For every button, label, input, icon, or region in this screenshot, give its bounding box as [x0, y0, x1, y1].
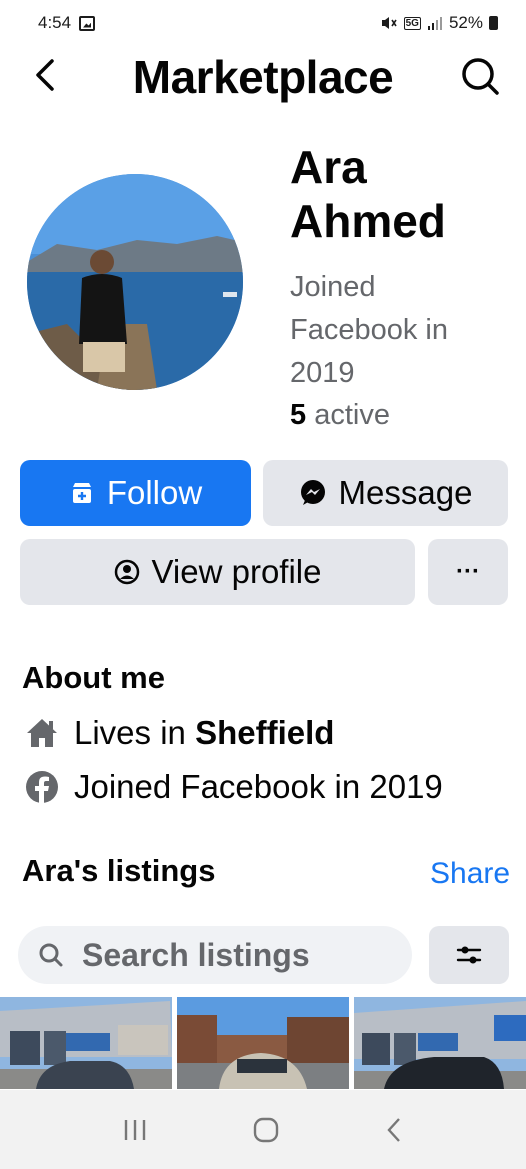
- profile-joined-line2: Facebook in: [290, 314, 448, 346]
- more-icon: ···: [456, 558, 480, 585]
- back-nav-icon[interactable]: [382, 1115, 406, 1145]
- profile-icon: [114, 559, 139, 585]
- more-options-button[interactable]: ···: [428, 539, 508, 605]
- filter-button[interactable]: [429, 926, 509, 984]
- message-button[interactable]: Message: [263, 460, 508, 526]
- lives-city: Sheffield: [195, 714, 335, 751]
- active-label: active: [306, 399, 390, 431]
- profile-joined: Joined Facebook in 2019: [290, 266, 510, 395]
- page-title: Marketplace: [132, 51, 394, 103]
- profile-last-name: Ahmed: [290, 195, 446, 247]
- profile-joined-line1: Joined: [290, 271, 376, 303]
- battery-percent: 52%: [448, 13, 483, 32]
- about-heading: About me: [22, 660, 165, 695]
- search-listings-box[interactable]: [18, 926, 412, 984]
- about-lives-row: Lives in Sheffield: [24, 714, 334, 752]
- status-time: 4:54: [38, 13, 72, 32]
- profile-joined-line3: 2019: [290, 357, 355, 389]
- share-link[interactable]: Share: [430, 857, 510, 891]
- top-header: Marketplace: [0, 46, 526, 106]
- avatar-photo: [27, 174, 243, 390]
- status-bar: 4:54 5G 52%: [0, 0, 526, 46]
- view-profile-label: View profile: [151, 553, 322, 590]
- home-icon: [24, 715, 60, 751]
- listing-thumbnail[interactable]: [354, 997, 526, 1089]
- filter-icon: [456, 946, 482, 964]
- listings-heading: Ara's listings: [22, 853, 216, 888]
- system-nav-bar: [0, 1090, 526, 1169]
- home-nav-icon[interactable]: [251, 1115, 281, 1145]
- battery-icon: [489, 16, 498, 30]
- recent-apps-icon[interactable]: [120, 1116, 150, 1144]
- follow-label: Follow: [106, 474, 203, 511]
- follow-button[interactable]: Follow: [20, 460, 251, 526]
- search-listings-icon: [39, 943, 63, 967]
- search-icon[interactable]: [460, 56, 500, 96]
- about-joined-row: Joined Facebook in 2019: [24, 768, 443, 806]
- profile-first-name: Ara: [290, 141, 367, 193]
- facebook-icon: [24, 769, 60, 805]
- profile-name: Ara Ahmed: [290, 140, 510, 248]
- message-label: Message: [338, 474, 473, 511]
- listing-photo: [177, 997, 349, 1089]
- profile-active: 5 active: [290, 394, 390, 437]
- lives-prefix: Lives in: [74, 714, 196, 751]
- messenger-icon: [300, 480, 325, 505]
- listing-thumbnail[interactable]: [177, 997, 349, 1089]
- status-right: 5G 52%: [380, 13, 498, 33]
- listing-photo: [354, 997, 526, 1089]
- gallery-notification-icon: [79, 15, 96, 31]
- mute-icon: [381, 17, 397, 29]
- about-joined-text: Joined Facebook in 2019: [74, 768, 443, 805]
- avatar[interactable]: [27, 174, 243, 390]
- search-listings-input[interactable]: [82, 936, 382, 974]
- shop-follow-icon: [72, 483, 91, 503]
- network-badge: 5G: [403, 16, 421, 30]
- listing-thumbnail[interactable]: [0, 997, 172, 1089]
- view-profile-button[interactable]: View profile: [20, 539, 415, 605]
- status-left: 4:54: [38, 13, 96, 33]
- about-lives-text: Lives in Sheffield: [74, 714, 334, 752]
- signal-icon: [427, 17, 442, 30]
- active-count: 5: [290, 399, 307, 431]
- listing-photo: [0, 997, 172, 1089]
